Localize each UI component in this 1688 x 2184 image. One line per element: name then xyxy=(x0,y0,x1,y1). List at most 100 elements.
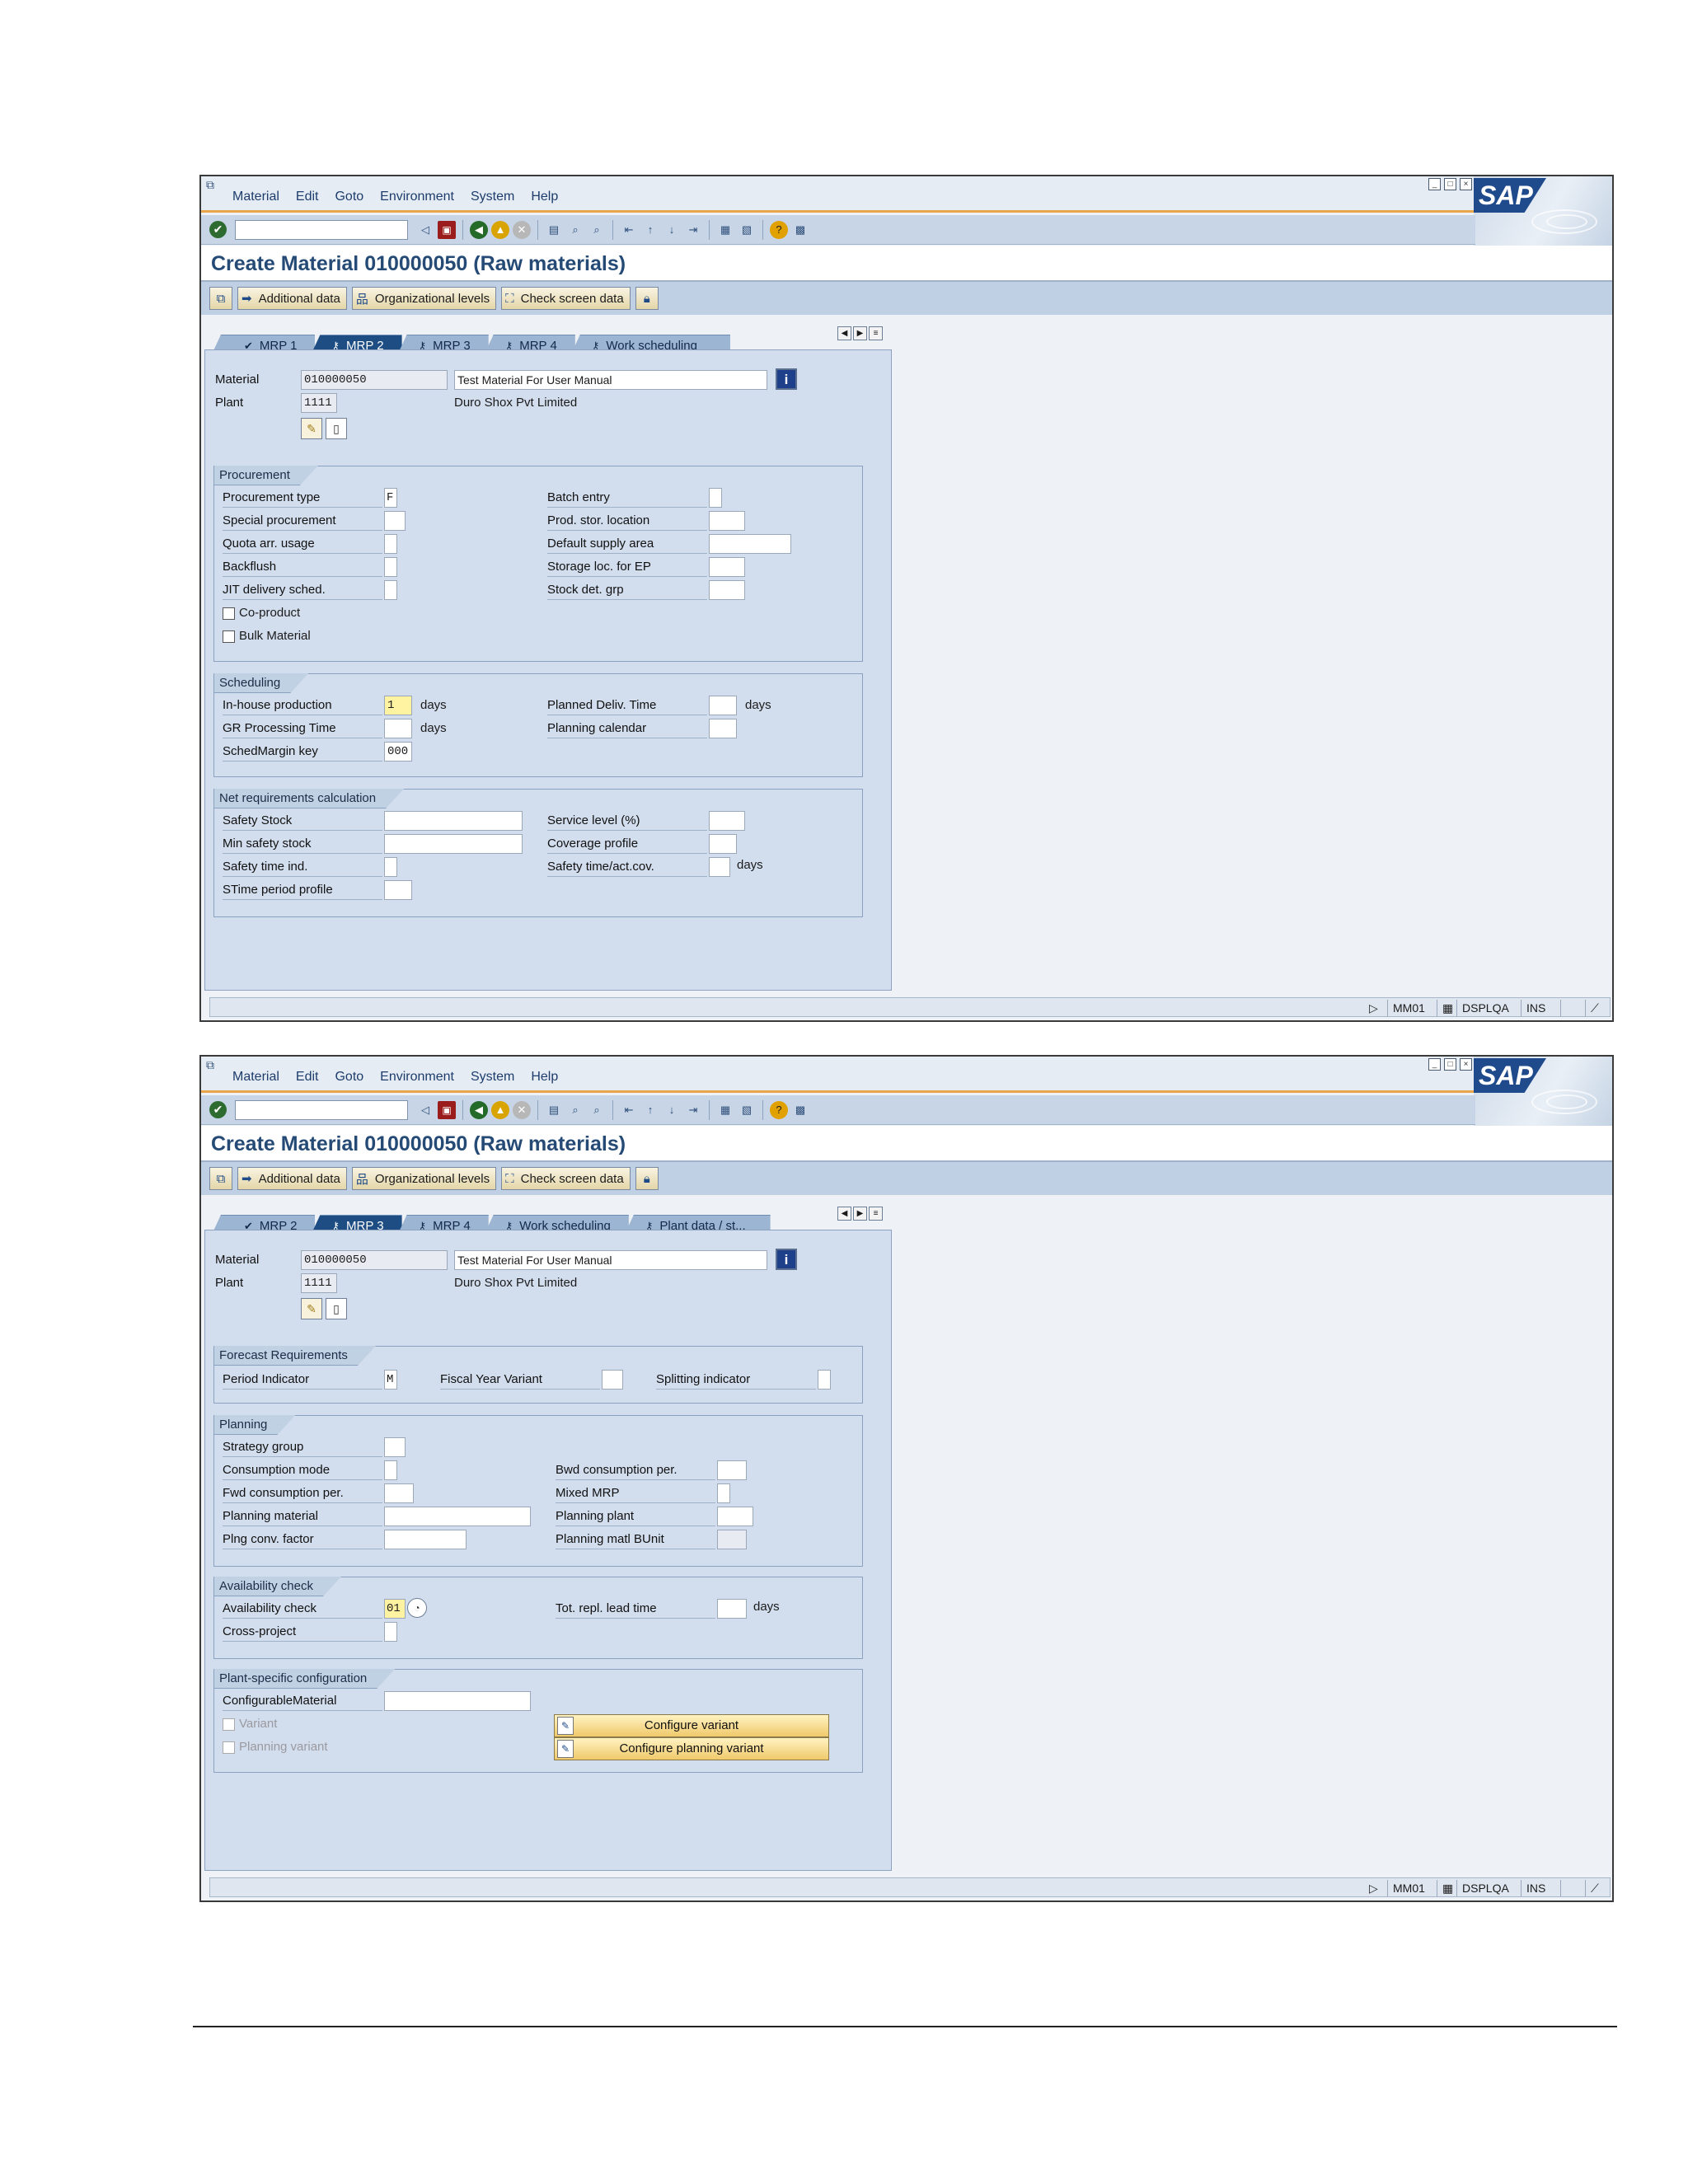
minimize-icon[interactable]: _ xyxy=(1428,1058,1441,1071)
help-icon[interactable]: ? xyxy=(770,220,788,239)
find-icon[interactable]: ⌕ xyxy=(566,221,584,239)
first-page-icon[interactable]: ⇤ xyxy=(620,221,638,239)
planned-deliv-field[interactable] xyxy=(709,696,737,715)
check-screen-button[interactable]: ⛶ Check screen data xyxy=(501,287,631,310)
status-toggle-icon[interactable]: ▷ xyxy=(1364,1880,1383,1896)
exit-icon[interactable]: ▲ xyxy=(491,220,509,239)
org-levels-button[interactable]: 品 Organizational levels xyxy=(351,1167,497,1190)
tot-repl-field[interactable] xyxy=(717,1599,747,1619)
stime-profile-field[interactable] xyxy=(384,880,412,900)
value-help-icon[interactable]: ◔ xyxy=(407,1598,427,1618)
edit-long-text-icon[interactable]: ✎ xyxy=(301,418,322,439)
menu-environment[interactable]: Environment xyxy=(372,190,462,204)
configurable-material-field[interactable] xyxy=(384,1691,531,1711)
storage-ep-field[interactable] xyxy=(709,557,745,577)
tab-next-icon[interactable]: ▶ xyxy=(853,1207,867,1221)
bulk-material-checkbox[interactable] xyxy=(223,630,235,643)
save-icon[interactable]: ▣ xyxy=(438,1100,456,1119)
info-icon[interactable]: i xyxy=(776,1249,797,1270)
first-page-icon[interactable]: ⇤ xyxy=(620,1101,638,1119)
close-icon[interactable]: × xyxy=(1460,178,1472,190)
additional-data-button[interactable]: ➡ Additional data xyxy=(237,287,347,310)
material-description-field[interactable]: Test Material For User Manual xyxy=(454,370,767,390)
lock-button[interactable]: 🔒︎ xyxy=(635,287,659,310)
material-description-field[interactable]: Test Material For User Manual xyxy=(454,1250,767,1270)
safety-time-act-field[interactable] xyxy=(709,857,730,877)
exit-icon[interactable]: ▲ xyxy=(491,1100,509,1119)
min-safety-field[interactable] xyxy=(384,834,523,854)
back-nav-icon[interactable]: ◁ xyxy=(416,1101,434,1119)
status-session-icon[interactable]: ▦ xyxy=(1437,1000,1458,1016)
default-supply-field[interactable] xyxy=(709,534,791,554)
lock-button[interactable]: 🔒︎ xyxy=(635,1167,659,1190)
menu-goto[interactable]: Goto xyxy=(326,190,372,204)
layout-menu-icon[interactable]: ▩ xyxy=(791,1101,809,1119)
service-level-field[interactable] xyxy=(709,811,745,831)
tab-list-icon[interactable]: ≡ xyxy=(869,1207,883,1221)
org-levels-button[interactable]: 品 Organizational levels xyxy=(351,287,497,310)
print-icon[interactable]: ▤ xyxy=(545,1101,563,1119)
strategy-group-field[interactable] xyxy=(384,1437,406,1457)
planning-material-field[interactable] xyxy=(384,1507,531,1526)
sched-margin-field[interactable]: 000 xyxy=(384,742,412,762)
other-material-button[interactable]: ⧉ xyxy=(209,1167,232,1190)
configure-planning-variant-button[interactable]: ✎ Configure planning variant xyxy=(554,1737,829,1760)
print-icon[interactable]: ▤ xyxy=(545,221,563,239)
edit-long-text-icon[interactable]: ✎ xyxy=(301,1298,322,1319)
gr-time-field[interactable] xyxy=(384,719,412,738)
find-icon[interactable]: ⌕ xyxy=(566,1101,584,1119)
menu-system[interactable]: System xyxy=(462,190,523,204)
status-session-icon[interactable]: ▦ xyxy=(1437,1880,1458,1896)
resize-grip-icon[interactable]: ⟋ xyxy=(1585,1880,1610,1896)
menu-edit[interactable]: Edit xyxy=(288,190,327,204)
resize-grip-icon[interactable]: ⟋ xyxy=(1585,1000,1610,1016)
status-toggle-icon[interactable]: ▷ xyxy=(1364,1000,1383,1016)
back-icon[interactable]: ◀ xyxy=(470,1100,488,1119)
tab-next-icon[interactable]: ▶ xyxy=(853,326,867,340)
enter-icon[interactable]: ✔ xyxy=(209,221,227,238)
period-indicator-field[interactable]: M xyxy=(384,1370,397,1390)
prev-page-icon[interactable]: ↑ xyxy=(641,1101,659,1119)
shortcut-icon[interactable]: ▧ xyxy=(738,221,756,239)
inhouse-field[interactable]: 1 xyxy=(384,696,412,715)
fiscal-year-field[interactable] xyxy=(602,1370,623,1390)
document-icon[interactable]: ▯ xyxy=(326,1298,347,1319)
prev-page-icon[interactable]: ↑ xyxy=(641,221,659,239)
command-field[interactable] xyxy=(235,1099,408,1120)
configure-variant-button[interactable]: ✎ Configure variant xyxy=(554,1714,829,1737)
tab-prev-icon[interactable]: ◀ xyxy=(837,326,851,340)
consumption-mode-field[interactable] xyxy=(384,1460,397,1480)
jit-field[interactable] xyxy=(384,580,397,600)
menu-environment[interactable]: Environment xyxy=(372,1070,462,1085)
window-menu-icon[interactable]: ⧉ xyxy=(206,178,221,191)
layout-menu-icon[interactable]: ▩ xyxy=(791,221,809,239)
document-icon[interactable]: ▯ xyxy=(326,418,347,439)
safety-stock-field[interactable] xyxy=(384,811,523,831)
command-field[interactable] xyxy=(235,219,408,240)
additional-data-button[interactable]: ➡ Additional data xyxy=(237,1167,347,1190)
plng-conv-field[interactable] xyxy=(384,1530,467,1549)
back-icon[interactable]: ◀ xyxy=(470,220,488,239)
menu-material[interactable]: Material xyxy=(224,1070,288,1085)
menu-goto[interactable]: Goto xyxy=(326,1070,372,1085)
planning-plant-field[interactable] xyxy=(717,1507,753,1526)
co-product-checkbox[interactable] xyxy=(223,607,235,620)
cross-project-field[interactable] xyxy=(384,1622,397,1642)
cancel-icon[interactable]: ✕ xyxy=(513,220,531,239)
special-procurement-field[interactable] xyxy=(384,511,406,531)
other-material-button[interactable]: ⧉ xyxy=(209,287,232,310)
shortcut-icon[interactable]: ▧ xyxy=(738,1101,756,1119)
planning-calendar-field[interactable] xyxy=(709,719,737,738)
tab-prev-icon[interactable]: ◀ xyxy=(837,1207,851,1221)
quota-usage-field[interactable] xyxy=(384,534,397,554)
safety-time-ind-field[interactable] xyxy=(384,857,397,877)
batch-entry-field[interactable] xyxy=(709,488,722,508)
close-icon[interactable]: × xyxy=(1460,1058,1472,1071)
cancel-icon[interactable]: ✕ xyxy=(513,1100,531,1119)
mixed-mrp-field[interactable] xyxy=(717,1483,730,1503)
find-next-icon[interactable]: ⌕ xyxy=(588,221,606,239)
save-icon[interactable]: ▣ xyxy=(438,220,456,239)
availability-check-field[interactable]: 01 xyxy=(384,1599,406,1619)
restore-icon[interactable]: □ xyxy=(1444,1058,1456,1071)
splitting-field[interactable] xyxy=(818,1370,831,1390)
